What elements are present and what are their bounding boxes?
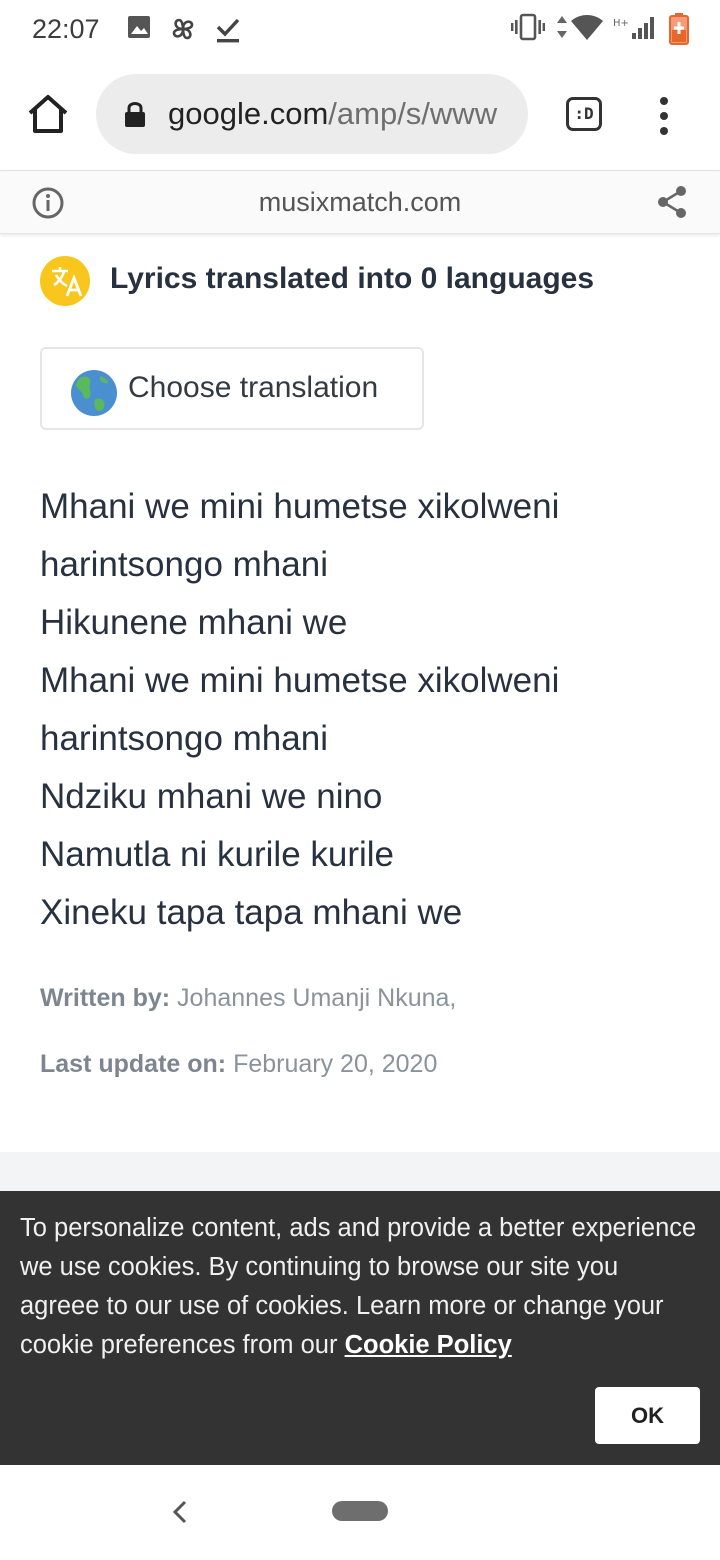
written-by-label: Written by: — [40, 984, 171, 1012]
status-time: 22:07 — [32, 14, 100, 44]
cookie-banner: To personalize content, ads and provide … — [0, 1191, 720, 1465]
wifi-icon — [570, 12, 604, 47]
home-pill[interactable] — [332, 1501, 388, 1521]
hplus-signal-icon: H+ — [612, 12, 660, 47]
status-bar: 22:07 H+ — [0, 0, 720, 62]
system-nav-bar — [0, 1465, 720, 1560]
network-label: H+ — [613, 18, 629, 29]
tab-switcher-button[interactable]: :D — [566, 97, 602, 131]
vibrate-icon — [510, 12, 546, 47]
cookie-policy-link[interactable]: Cookie Policy — [345, 1331, 512, 1359]
last-update-label: Last update on: — [40, 1050, 227, 1078]
globe-icon — [70, 369, 118, 417]
share-icon[interactable] — [656, 185, 688, 224]
cookie-text: To personalize content, ads and provide … — [20, 1209, 700, 1365]
choose-translation-button[interactable]: Choose translation — [40, 347, 424, 430]
more-menu-icon[interactable] — [654, 96, 674, 136]
lyrics-body: Mhani we mini humetse xikolweni harintso… — [40, 478, 700, 942]
translate-icon — [40, 256, 90, 306]
url-host: google.com — [168, 96, 329, 131]
lyric-line: harintsongo mhani — [40, 545, 328, 584]
amp-header: musixmatch.com — [0, 170, 720, 234]
last-update: Last update on: February 20, 2020 — [40, 1050, 437, 1079]
lyric-line: Mhani we mini humetse xikolweni — [40, 487, 560, 526]
amp-domain: musixmatch.com — [258, 187, 462, 217]
lock-icon — [124, 100, 146, 133]
translations-title: Lyrics translated into 0 languages — [110, 262, 595, 295]
image-icon — [126, 14, 152, 45]
lyric-line: harintsongo mhani — [40, 719, 328, 758]
cookie-ok-button[interactable]: OK — [595, 1387, 700, 1444]
choose-translation-label: Choose translation — [128, 371, 379, 404]
home-icon[interactable] — [26, 92, 70, 136]
lyric-line: Hikunene mhani we — [40, 603, 348, 642]
url-text: google.com/amp/s/www — [168, 96, 514, 132]
data-arrows-icon — [555, 12, 569, 47]
lyric-line: Ndziku mhani we nino — [40, 777, 383, 816]
url-bar[interactable]: google.com/amp/s/www — [96, 74, 528, 154]
battery-icon — [668, 12, 690, 51]
download-done-icon — [214, 14, 242, 49]
browser-toolbar: google.com/amp/s/www :D — [0, 62, 720, 170]
url-path: /amp/s/www — [328, 96, 498, 131]
lyric-line: Namutla ni kurile kurile — [40, 835, 395, 874]
written-by: Written by: Johannes Umanji Nkuna, — [40, 984, 456, 1013]
last-update-value: February 20, 2020 — [233, 1050, 438, 1078]
pinwheel-icon — [168, 14, 198, 49]
lyric-line: Mhani we mini humetse xikolweni — [40, 661, 560, 700]
lyric-line: Xineku tapa tapa mhani we — [40, 893, 463, 932]
back-icon[interactable] — [170, 1499, 190, 1530]
written-by-value: Johannes Umanji Nkuna, — [177, 984, 457, 1012]
footer-strip — [0, 1152, 720, 1192]
